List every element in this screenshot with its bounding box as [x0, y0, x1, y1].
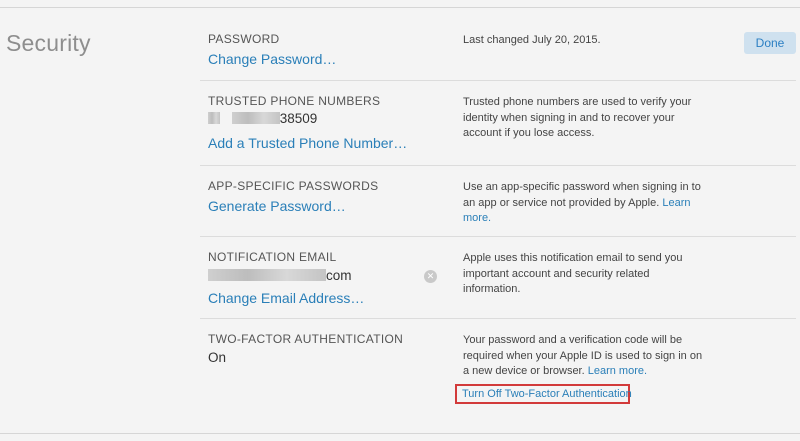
top-divider: [0, 7, 800, 8]
notification-email-value: com: [208, 268, 352, 283]
turn-off-two-factor-link[interactable]: Turn Off Two-Factor Authentication: [462, 388, 632, 400]
password-description: Last changed July 20, 2015.: [463, 34, 601, 46]
trusted-phones-label: TRUSTED PHONE NUMBERS: [208, 94, 381, 108]
row-divider: [200, 318, 796, 319]
trusted-phones-description: Trusted phone numbers are used to verify…: [463, 96, 692, 139]
bottom-divider: [0, 433, 800, 434]
row-divider: [200, 236, 796, 237]
generate-password-link[interactable]: Generate Password…: [208, 198, 346, 214]
clear-x-icon[interactable]: ✕: [424, 270, 437, 283]
password-label: PASSWORD: [208, 32, 280, 46]
two-factor-learn-more-link[interactable]: Learn more.: [588, 365, 647, 377]
two-factor-description-text: Your password and a verification code wi…: [463, 334, 703, 377]
add-trusted-phone-link[interactable]: Add a Trusted Phone Number…: [208, 135, 407, 151]
trusted-phones-row: TRUSTED PHONE NUMBERS 38509 Add a Truste…: [200, 92, 800, 162]
two-factor-status: On: [208, 350, 227, 365]
two-factor-description: Your password and a verification code wi…: [463, 333, 703, 380]
change-email-link[interactable]: Change Email Address…: [208, 290, 364, 306]
redacted-phone-prefix: [208, 112, 220, 124]
notification-email-row: NOTIFICATION EMAIL com ✕ Change Email Ad…: [200, 248, 800, 313]
change-password-link[interactable]: Change Password…: [208, 51, 336, 67]
password-row: PASSWORD Change Password… Last changed J…: [200, 30, 800, 80]
app-passwords-label: APP-SPECIFIC PASSWORDS: [208, 179, 379, 193]
turn-off-highlight-box: Turn Off Two-Factor Authentication: [455, 384, 632, 404]
two-factor-row: TWO-FACTOR AUTHENTICATION On Your passwo…: [200, 330, 800, 405]
row-divider: [200, 80, 796, 81]
notification-email-label: NOTIFICATION EMAIL: [208, 250, 337, 264]
redacted-phone-middle: [231, 112, 280, 124]
redacted-email: [208, 269, 326, 281]
section-title: Security: [6, 30, 91, 56]
app-passwords-description: Use an app-specific password when signin…: [463, 180, 703, 227]
notification-email-description: Apple uses this notification email to se…: [463, 252, 683, 295]
two-factor-label: TWO-FACTOR AUTHENTICATION: [208, 332, 404, 346]
email-suffix: com: [326, 268, 352, 283]
phone-suffix: 38509: [279, 111, 318, 126]
row-divider: [200, 165, 796, 166]
app-passwords-row: APP-SPECIFIC PASSWORDS Generate Password…: [200, 177, 800, 232]
trusted-phone-number: 38509: [208, 111, 317, 126]
